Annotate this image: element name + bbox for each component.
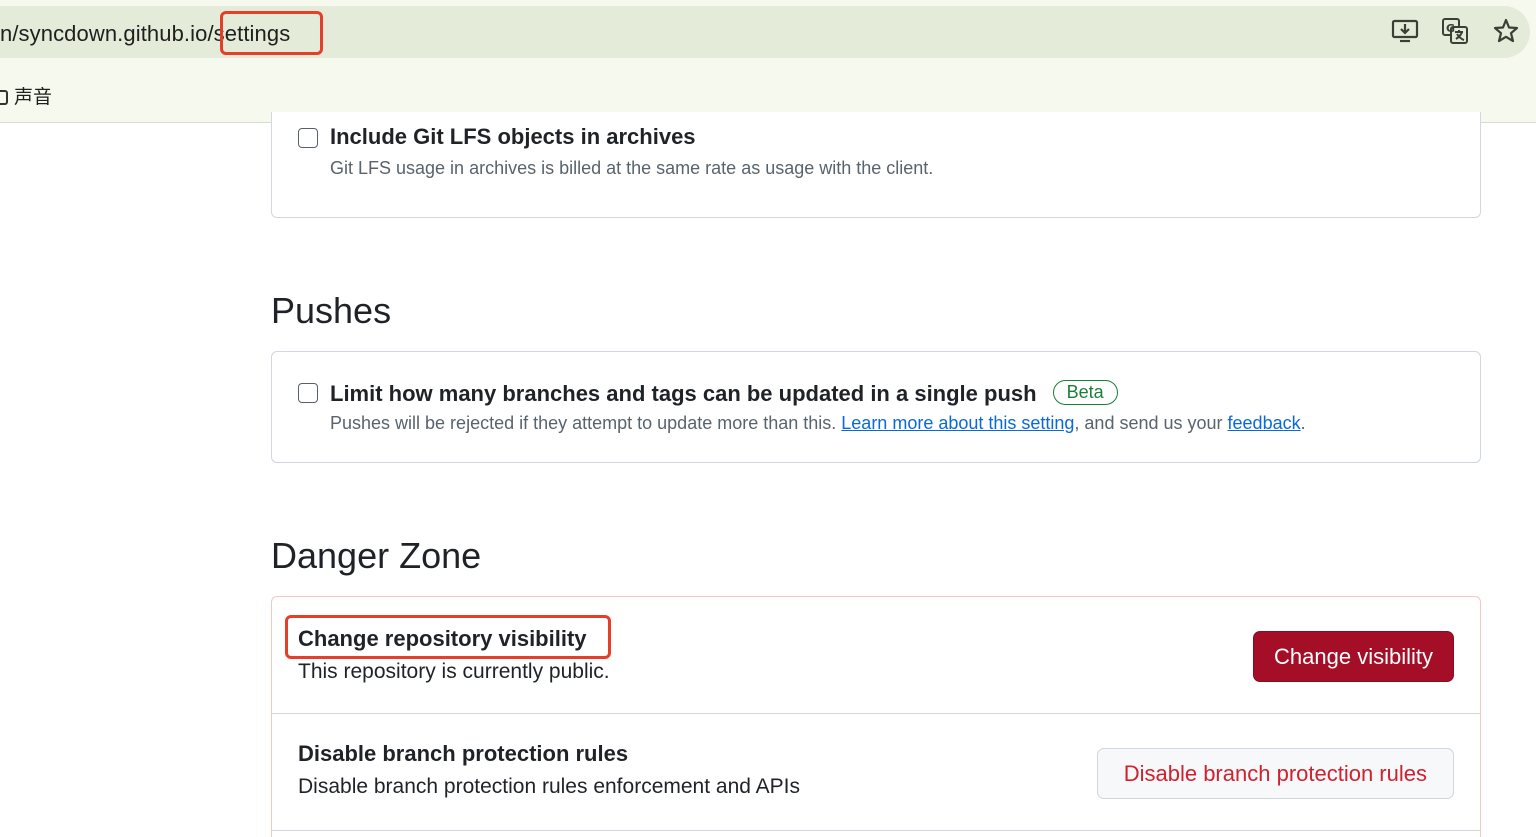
bookmarks-bar: 声音 xyxy=(0,82,52,109)
disable-branch-protection-button[interactable]: Disable branch protection rules xyxy=(1096,748,1454,799)
folder-icon[interactable] xyxy=(0,90,8,105)
lfs-archives-title: Include Git LFS objects in archives xyxy=(330,124,696,149)
danger-zone-heading: Danger Zone xyxy=(271,535,482,576)
feedback-link[interactable]: feedback xyxy=(1228,413,1301,433)
beta-badge: Beta xyxy=(1052,380,1118,405)
limit-push-description-middle: , and send us your xyxy=(1074,413,1228,433)
lfs-archives-description: Git LFS usage in archives is billed at t… xyxy=(330,158,934,178)
limit-push-checkbox[interactable] xyxy=(298,383,318,403)
lfs-archives-checkbox[interactable] xyxy=(298,128,318,148)
pushes-heading: Pushes xyxy=(271,290,392,331)
limit-push-title-row: Limit how many branches and tags can be … xyxy=(330,380,1118,407)
bookmark-item[interactable]: 声音 xyxy=(14,87,52,108)
bookmark-star-icon[interactable] xyxy=(1491,16,1521,46)
limit-push-description: Pushes will be rejected if they attempt … xyxy=(330,413,1306,434)
svg-text:G: G xyxy=(1446,22,1455,35)
pushes-settings-box: Limit how many branches and tags can be … xyxy=(271,351,1481,463)
install-app-icon[interactable] xyxy=(1390,16,1420,46)
branch-protection-description: Disable branch protection rules enforcem… xyxy=(298,775,800,798)
url-host: n/syncdown.github.io xyxy=(0,21,208,46)
visibility-description: This repository is currently public. xyxy=(298,660,610,683)
change-visibility-button[interactable]: Change visibility xyxy=(1253,631,1454,682)
limit-push-description-suffix: . xyxy=(1300,413,1306,433)
archives-settings-box: Include Git LFS objects in archives Git … xyxy=(271,112,1481,218)
limit-push-title: Limit how many branches and tags can be … xyxy=(330,381,1037,406)
browser-toolbar: n/syncdown.github.io/settings G 声音 xyxy=(0,0,1536,123)
translate-icon[interactable]: G xyxy=(1440,16,1470,46)
danger-row-branch-protection: Disable branch protection rules Disable … xyxy=(272,714,1480,831)
visibility-title: Change repository visibility xyxy=(298,626,587,651)
limit-push-description-prefix: Pushes will be rejected if they attempt … xyxy=(330,413,842,433)
danger-row-visibility: Change repository visibility This reposi… xyxy=(272,597,1480,714)
danger-zone-box: Change repository visibility This reposi… xyxy=(271,596,1481,837)
branch-protection-title: Disable branch protection rules xyxy=(298,741,629,766)
learn-more-link[interactable]: Learn more about this setting xyxy=(841,413,1074,433)
url-highlight-annotation xyxy=(220,11,323,55)
